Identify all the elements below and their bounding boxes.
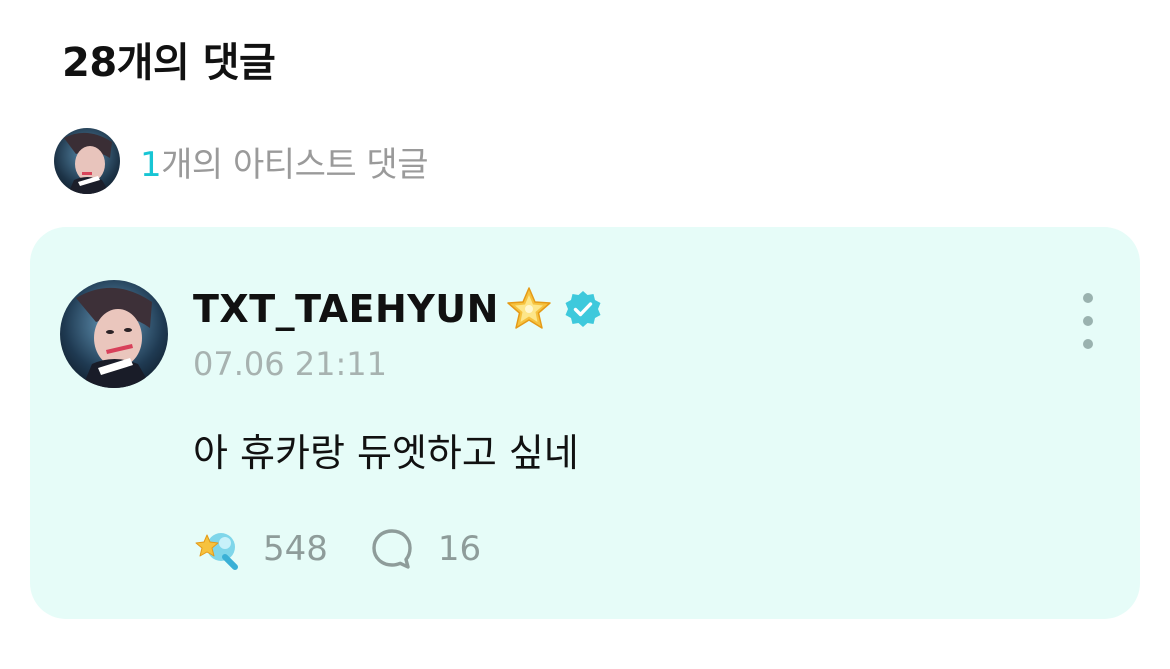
comment-actions: 548 16: [193, 525, 481, 573]
reply-count: 16: [437, 529, 482, 569]
more-vertical-icon: [1083, 293, 1093, 303]
lightstick-like-icon: [195, 533, 238, 570]
artist-comments-label: 개의 아티스트 댓글: [161, 144, 428, 185]
author-name[interactable]: TXT_TAEHYUN: [193, 287, 499, 331]
author-row: TXT_TAEHYUN: [193, 285, 603, 333]
more-options-button[interactable]: [1070, 293, 1106, 349]
artist-comments-summary-text: 1개의 아티스트 댓글: [140, 137, 428, 186]
comments-screen: 28개의 댓글 1개의 아티스트 댓글 TXT_TAEHYUN 07.06 21…: [0, 0, 1170, 669]
artist-avatar-small: [54, 128, 120, 194]
more-vertical-icon-dot: [1083, 339, 1093, 349]
reply-button[interactable]: 16: [368, 525, 481, 573]
artist-comment-count: 1: [140, 144, 162, 185]
comment-timestamp: 07.06 21:11: [193, 345, 387, 383]
more-vertical-icon-dot: [1083, 316, 1093, 326]
verified-badge-icon: [565, 291, 601, 327]
comments-count-title: 28개의 댓글: [62, 40, 276, 86]
like-button[interactable]: 548: [193, 525, 328, 573]
artist-comments-summary[interactable]: 1개의 아티스트 댓글: [54, 128, 428, 194]
like-count: 548: [263, 529, 328, 569]
star-emoji-icon: [507, 287, 551, 329]
speech-bubble-icon: [372, 529, 412, 569]
author-avatar[interactable]: [60, 280, 168, 388]
comment-text: 아 휴카랑 듀엣하고 싶네: [193, 431, 579, 475]
artist-comment-card: TXT_TAEHYUN 07.06 21:11 아 휴카랑 듀엣하고 싶네 54…: [30, 227, 1140, 619]
